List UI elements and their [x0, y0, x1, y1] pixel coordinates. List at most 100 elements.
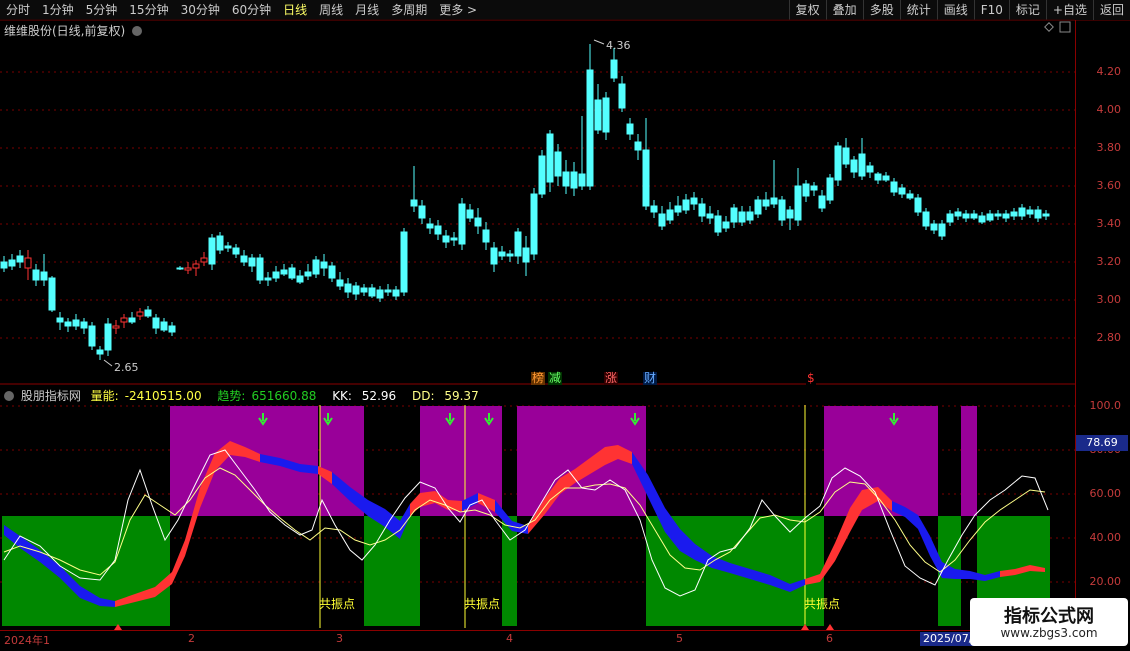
- candle-body: [426, 223, 434, 229]
- candle-body: [658, 213, 666, 227]
- time-axis-label: 4: [506, 632, 513, 645]
- max-price-pointer: [593, 39, 605, 45]
- candle-body: [514, 231, 522, 257]
- candle-body: [674, 205, 682, 213]
- candle-body: [618, 83, 626, 109]
- candle-body: [914, 197, 922, 213]
- candle-body: [410, 199, 418, 207]
- candle-body: [794, 185, 802, 221]
- candle-body: [722, 221, 730, 229]
- signal-marker: $: [806, 371, 816, 385]
- candle-body: [240, 255, 248, 263]
- candle-body: [112, 325, 120, 329]
- candle-body: [72, 319, 80, 327]
- candle-body: [994, 213, 1002, 217]
- candle-body: [320, 261, 328, 269]
- candle-body: [104, 323, 112, 351]
- candle-body: [866, 165, 874, 173]
- candle-body: [8, 259, 16, 267]
- candle-body: [890, 181, 898, 193]
- price-axis-label: 3.80: [1096, 141, 1122, 154]
- candle-body: [216, 235, 224, 251]
- candle-body: [328, 265, 336, 279]
- candle-body: [922, 211, 930, 227]
- candle-body: [208, 237, 216, 265]
- time-axis-label: 3: [336, 632, 343, 645]
- candle-body: [16, 255, 24, 263]
- candle-body: [248, 257, 256, 267]
- price-axis-label: 2.80: [1096, 331, 1122, 344]
- candle-body: [802, 183, 810, 197]
- candle-body: [642, 149, 650, 207]
- bull-zone: [961, 406, 977, 516]
- trend-ribbon-segment: [172, 540, 185, 584]
- candle-body: [578, 173, 586, 187]
- candle-body: [336, 279, 344, 287]
- candle-body: [746, 211, 754, 221]
- candle-body: [1002, 213, 1010, 219]
- candle-body: [898, 187, 906, 195]
- candle-body: [682, 199, 690, 211]
- toolbar-button[interactable]: 返回: [1092, 0, 1130, 20]
- candle-body: [312, 259, 320, 275]
- candle-body: [810, 185, 818, 191]
- candle-body: [850, 159, 858, 173]
- trend-ribbon-segment: [955, 569, 970, 579]
- price-axis: 4.204.003.803.603.403.203.002.80100.080.…: [1075, 20, 1130, 630]
- candle-body: [360, 287, 368, 293]
- candle-body: [1026, 209, 1034, 215]
- kline-chart-canvas[interactable]: 共振点 共振点 共振点 4.36 2.65: [0, 0, 1075, 630]
- max-price-label: 4.36: [606, 39, 631, 52]
- candle-body: [1042, 213, 1050, 217]
- candle-body: [288, 267, 296, 279]
- resonance-label: 共振点: [319, 597, 355, 611]
- candle-body: [458, 203, 466, 245]
- indicator-axis-label: 20.00: [1089, 575, 1122, 588]
- candle-body: [946, 213, 954, 223]
- watermark-title: 指标公式网: [1004, 606, 1094, 627]
- candle-body: [344, 283, 352, 293]
- candle-body: [400, 231, 408, 293]
- price-axis-label: 3.60: [1096, 179, 1122, 192]
- candle-body: [442, 235, 450, 243]
- candle-body: [858, 153, 866, 177]
- candle-body: [930, 223, 938, 231]
- candle-body: [24, 257, 32, 269]
- candle-body: [1018, 207, 1026, 217]
- candle-body: [474, 217, 482, 227]
- indicator-axis-label: 40.00: [1089, 531, 1122, 544]
- candle-body: [954, 211, 962, 217]
- candle-body: [498, 251, 506, 257]
- candle-body: [834, 145, 842, 181]
- candle-body: [0, 261, 8, 269]
- candle-body: [738, 211, 746, 223]
- candle-body: [594, 99, 602, 131]
- signal-marker: 财: [643, 371, 658, 385]
- candle-body: [634, 141, 642, 151]
- candle-body: [40, 271, 48, 281]
- candle-body: [730, 207, 738, 223]
- candle-body: [490, 247, 498, 265]
- price-axis-label: 3.20: [1096, 255, 1122, 268]
- candle-body: [562, 171, 570, 187]
- candle-body: [272, 271, 280, 279]
- candle-body: [136, 311, 144, 317]
- candle-body: [786, 209, 794, 219]
- candle-body: [610, 59, 618, 79]
- price-axis-label: 3.00: [1096, 293, 1122, 306]
- candle-body: [714, 215, 722, 233]
- candle-body: [1034, 209, 1042, 219]
- candle-body: [818, 195, 826, 209]
- watermark: 指标公式网 www.zbgs3.com: [970, 598, 1128, 646]
- candle-body: [152, 317, 160, 329]
- candle-body: [522, 247, 530, 263]
- candle-body: [120, 317, 128, 323]
- candle-body: [296, 275, 304, 283]
- diamond-icon: [1044, 22, 1054, 32]
- candle-body: [392, 289, 400, 297]
- candle-body: [874, 173, 882, 181]
- resonance-label: 共振点: [464, 597, 500, 611]
- candle-body: [48, 277, 56, 311]
- candle-body: [96, 349, 104, 355]
- candle-body: [418, 205, 426, 219]
